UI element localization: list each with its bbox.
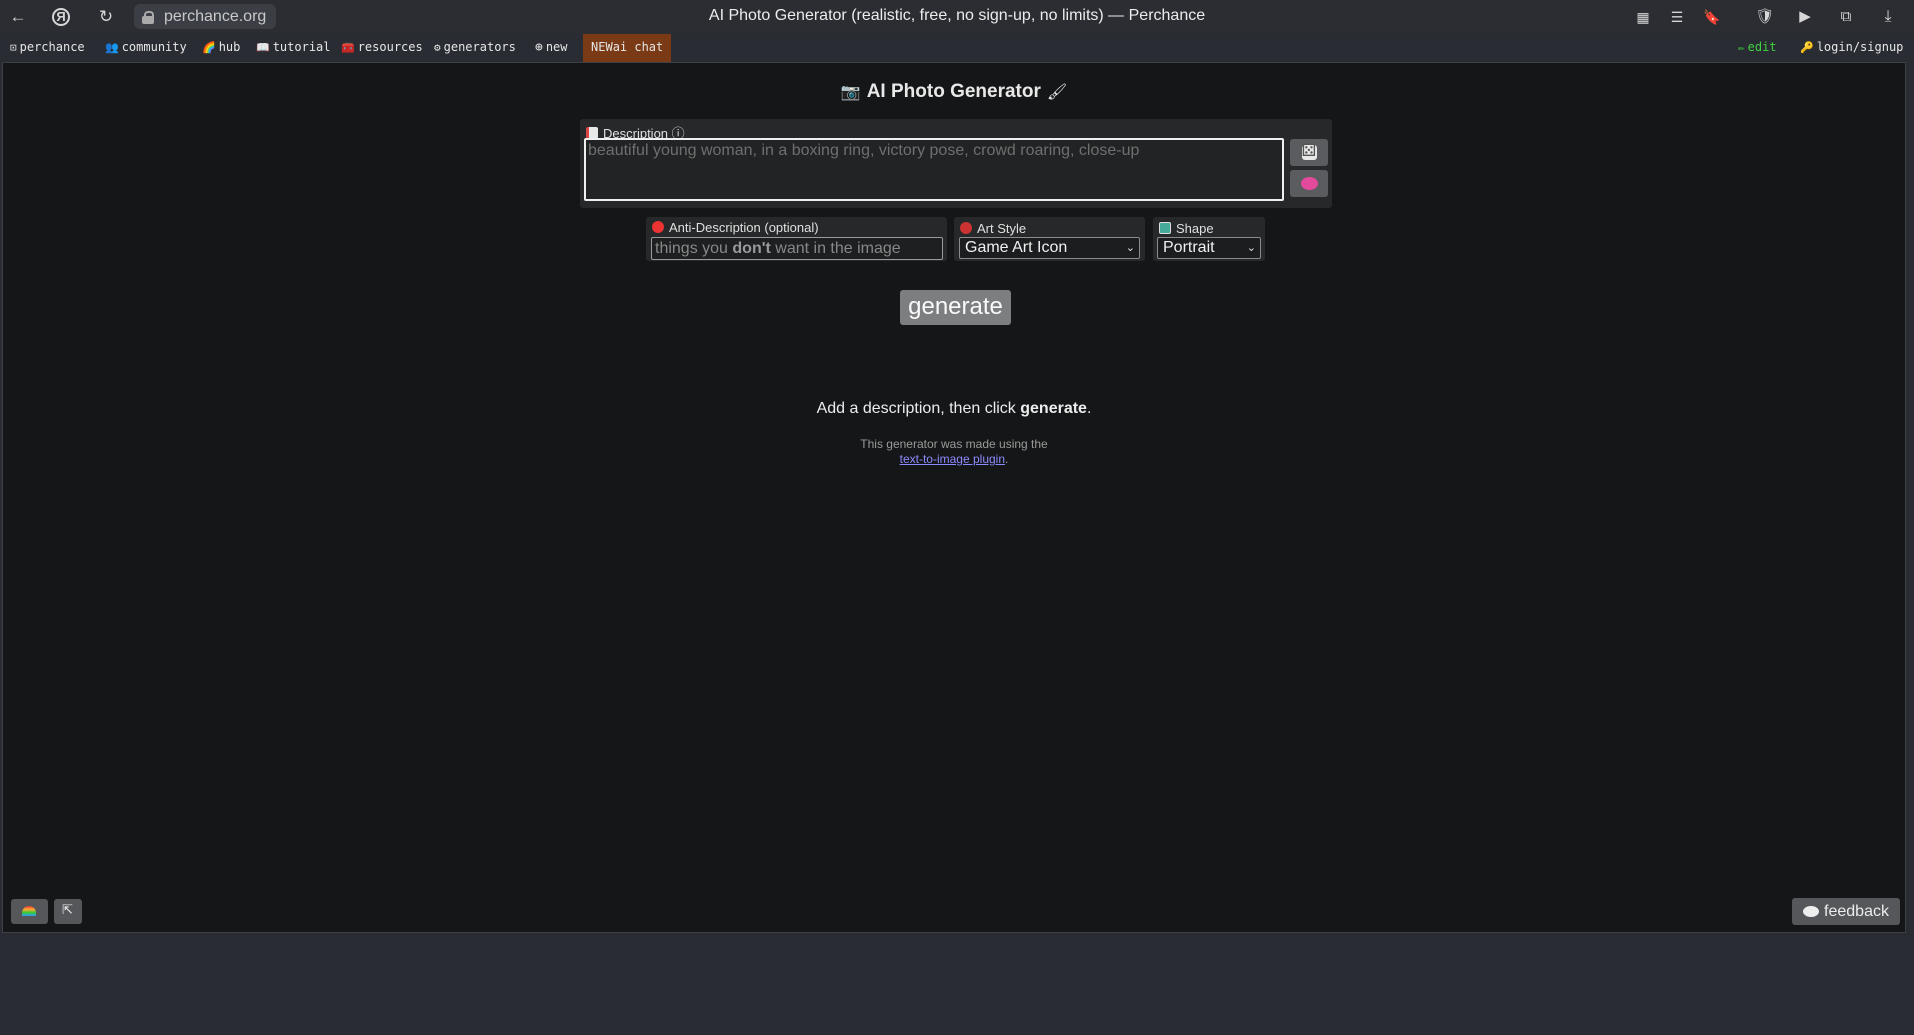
hint-text: . <box>1086 400 1092 417</box>
key-icon: 🔑 <box>1800 41 1814 54</box>
nav-community[interactable]: 👥 community <box>105 40 187 54</box>
ai-enhance-button[interactable] <box>1290 170 1328 197</box>
anti-description-input[interactable]: things you don't want in the image <box>651 237 943 260</box>
shape-select[interactable]: Portrait ⌄ <box>1157 237 1261 259</box>
bookmark-icon[interactable]: 🔖 <box>1700 5 1724 29</box>
gears-icon: ⚙ <box>434 41 441 54</box>
reader-mode-icon[interactable]: ☰ <box>1665 5 1689 29</box>
nav-label: hub <box>218 40 241 54</box>
description-panel: Description ⓘ <box>580 119 1332 208</box>
nav-generators[interactable]: ⚙ generators <box>434 40 516 54</box>
video-play-icon[interactable]: ▶ <box>1793 5 1817 29</box>
nav-label: ai chat <box>612 40 664 54</box>
art-style-select[interactable]: Game Art Icon ⌄ <box>959 237 1140 259</box>
nav-label: generators <box>443 40 516 54</box>
placeholder-bold: don't <box>732 240 771 257</box>
app-title-text: AI Photo Generator <box>866 81 1041 102</box>
random-prompt-button[interactable] <box>1290 139 1328 166</box>
toolbox-icon: 🧰 <box>341 41 355 54</box>
picture-icon <box>1159 222 1171 234</box>
no-entry-icon <box>652 221 664 233</box>
shape-label-text: Shape <box>1176 221 1214 236</box>
book-icon: 📖 <box>256 41 270 54</box>
rainbow-icon: 🌈 <box>202 41 216 54</box>
pencil-icon: ✏ <box>1738 41 1745 54</box>
nav-label: community <box>121 40 187 54</box>
chevron-down-icon: ⌄ <box>1246 242 1256 254</box>
nav-label: resources <box>357 40 423 54</box>
hint-bold: generate <box>1020 400 1087 417</box>
plus-circle-icon: ⊕ <box>535 40 543 55</box>
lock-icon <box>142 10 154 24</box>
nav-new[interactable]: ⊕ new <box>535 40 568 55</box>
made-using-text: This generator was made using the <box>860 437 1048 451</box>
rainbow-icon <box>22 906 36 916</box>
paintbrush-icon: 🖌 <box>1046 84 1068 101</box>
brain-icon <box>1300 177 1318 190</box>
nav-edit[interactable]: ✏ edit <box>1738 40 1777 54</box>
nav-tutorial[interactable]: 📖 tutorial <box>256 40 331 54</box>
description-input[interactable] <box>584 138 1284 201</box>
feedback-button[interactable]: feedback <box>1792 898 1900 925</box>
new-badge: NEW <box>591 40 613 54</box>
palette-icon <box>960 222 972 234</box>
placeholder-text: want in the image <box>770 240 901 257</box>
theme-button[interactable] <box>11 899 48 924</box>
anti-description-panel: Anti-Description (optional) things you d… <box>646 217 947 261</box>
art-style-panel: Art Style Game Art Icon ⌄ <box>954 217 1145 261</box>
nav-hub[interactable]: 🌈 hub <box>202 40 240 54</box>
nav-label: tutorial <box>272 40 331 54</box>
back-arrow-icon[interactable]: ← <box>6 5 30 29</box>
expand-button[interactable]: ⇱ <box>54 899 82 924</box>
nav-label: login/signup <box>1816 40 1904 54</box>
generator-frame: 📷 AI Photo Generator 🖌 Description ⓘ Anti-… <box>2 62 1906 933</box>
nav-ai-chat[interactable]: NEWai chat <box>591 40 663 54</box>
nav-label: new <box>545 40 568 54</box>
shape-value: Portrait <box>1163 239 1215 256</box>
hint-text: Add a description, then click <box>816 400 1021 417</box>
text-to-image-plugin-link[interactable]: text-to-image plugin <box>900 452 1005 466</box>
anti-description-label: Anti-Description (optional) <box>652 220 819 235</box>
yandex-logo-icon[interactable]: Я <box>49 5 73 29</box>
art-style-label: Art Style <box>960 221 1026 236</box>
nav-perchance[interactable]: ⊡ perchance <box>10 40 85 54</box>
tabs-grid-icon[interactable]: ▦ <box>1631 5 1655 29</box>
people-icon: 👥 <box>105 41 119 54</box>
nav-label: perchance <box>19 40 85 54</box>
shape-panel: Shape Portrait ⌄ <box>1153 217 1265 261</box>
app-title: 📷 AI Photo Generator 🖌 <box>3 81 1905 103</box>
art-style-value: Game Art Icon <box>965 239 1068 256</box>
generate-button[interactable]: generate <box>900 290 1011 325</box>
shield-icon[interactable]: 🛡 <box>1753 5 1777 29</box>
url-text: perchance.org <box>164 7 267 25</box>
screenshot-icon[interactable]: ⧉ <box>1834 5 1858 29</box>
made-using-note: This generator was made using the text-t… <box>3 437 1905 467</box>
chevron-down-icon: ⌄ <box>1125 242 1135 254</box>
speech-bubble-icon <box>1803 906 1820 917</box>
art-style-label-text: Art Style <box>977 221 1027 236</box>
browser-toolbar: ← Я ↻ perchance.org AI Photo Generator (… <box>0 0 1914 34</box>
shape-label: Shape <box>1159 221 1214 236</box>
camera-icon: 📷 <box>840 84 861 101</box>
placeholder-text: things you <box>655 240 733 257</box>
perchance-icon: ⊡ <box>10 41 17 54</box>
site-navbar: ⊡ perchance 👥 community 🌈 hub 📖 tutorial 🧰 re… <box>0 34 1914 62</box>
nav-login[interactable]: 🔑 login/signup <box>1800 40 1903 54</box>
dice-icon <box>1301 142 1317 160</box>
download-icon[interactable]: ⤓ <box>1876 5 1900 29</box>
anti-description-label-text: Anti-Description (optional) <box>669 220 819 235</box>
reload-icon[interactable]: ↻ <box>94 5 118 29</box>
feedback-label: feedback <box>1824 903 1889 920</box>
period: . <box>1005 452 1009 466</box>
nav-label: edit <box>1747 40 1777 54</box>
instruction-text: Add a description, then click generate. <box>3 400 1905 418</box>
page-title: AI Photo Generator (realistic, free, no … <box>708 7 1206 24</box>
address-bar[interactable]: perchance.org <box>134 4 276 29</box>
nav-resources[interactable]: 🧰 resources <box>341 40 423 54</box>
expand-arrow-icon: ⇱ <box>62 902 73 917</box>
